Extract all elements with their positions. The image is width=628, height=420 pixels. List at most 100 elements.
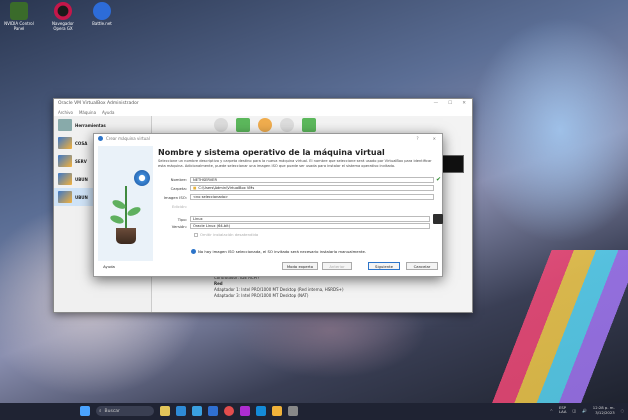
sidebar-item-label: UBUN: [75, 176, 88, 182]
desktop-icon-nvidia[interactable]: NVIDIA Control Panel: [4, 2, 34, 31]
vbox-icon: [98, 136, 103, 141]
file-explorer-icon[interactable]: [160, 406, 170, 416]
help-button[interactable]: Ayuda: [98, 262, 120, 270]
notification-icon[interactable]: ◌: [621, 408, 624, 413]
skip-checkbox[interactable]: [194, 232, 198, 237]
folder-label: Carpeta:: [170, 185, 187, 191]
create-vm-dialog: Crear máquina virtual ? ✕ Nombre y sistem…: [93, 133, 443, 277]
folder-row: Carpeta: ■ C:\Users\Admin\VirtualBox VMs: [158, 185, 434, 191]
settings-gear-icon[interactable]: [214, 118, 228, 132]
main-titlebar: Oracle VM VirtualBox Administrador — ☐ ✕: [54, 99, 472, 108]
iso-label: Imagen ISO:: [163, 194, 187, 200]
sidebar-item-label: UBUN: [75, 194, 88, 200]
next-button[interactable]: Siguiente: [368, 262, 400, 270]
skip-label: Omitir instalación desatendida: [200, 232, 259, 237]
start-windows-icon[interactable]: [80, 406, 90, 416]
volume-icon[interactable]: 🔊: [582, 408, 587, 413]
close-icon[interactable]: ✕: [433, 136, 436, 141]
iso-select[interactable]: <no seleccionado>: [190, 194, 434, 200]
sidebar-item-label: Herramientas: [75, 122, 106, 128]
desktop-icon-battlenet[interactable]: Battle.net: [87, 2, 117, 26]
dialog-description: Seleccione un nombre descriptivo y carpe…: [158, 159, 432, 168]
back-button[interactable]: Anterior: [322, 262, 352, 270]
flower-icon: [134, 170, 150, 186]
name-label: Nombre:: [170, 177, 187, 182]
dialog-heading: Nombre y sistema operativo de la máquina…: [158, 148, 385, 157]
desktop-icon-opera[interactable]: Navegador Opera GX: [48, 2, 78, 31]
edition-row: Edición:: [158, 204, 190, 209]
wallpaper-rainbow: [487, 250, 628, 410]
vm-details: Controlador: IDE ACPI? Red Adaptador 1: …: [214, 275, 344, 299]
steam-icon[interactable]: [256, 406, 266, 416]
skip-unattended-row[interactable]: Omitir instalación desatendida: [194, 232, 258, 237]
type-label: Tipo:: [177, 216, 187, 222]
menu-maquina[interactable]: Máquina: [79, 110, 96, 115]
info-text: No hay imagen ISO seleccionada, el SO in…: [198, 249, 367, 254]
close-icon[interactable]: ✕: [462, 101, 466, 106]
dialog-titlebar: Crear máquina virtual ? ✕: [94, 134, 442, 143]
language-indicator[interactable]: ESP LAA: [559, 405, 567, 415]
menu-archivo[interactable]: Archivo: [58, 110, 73, 115]
version-select[interactable]: Oracle Linux (64-bit): [190, 223, 430, 229]
main-window-title: Oracle VM VirtualBox Administrador: [58, 101, 139, 106]
taskbar-app-icon[interactable]: [288, 406, 298, 416]
taskbar-icons: ⌕ Buscar: [80, 406, 298, 416]
network-icon[interactable]: ◫: [572, 408, 576, 413]
start-icon[interactable]: [302, 118, 316, 132]
tray-chevron-icon[interactable]: ^: [550, 408, 553, 413]
os-logo-icon: [433, 214, 443, 224]
maximize-icon[interactable]: ☐: [448, 101, 452, 106]
settings-icon[interactable]: [258, 118, 272, 132]
valid-check-icon: ✔: [436, 176, 442, 183]
clock-date: 3/12/2023: [595, 410, 615, 415]
opera-gx-icon[interactable]: [224, 406, 234, 416]
folder-icon: ■: [193, 186, 197, 190]
vm-icon: [58, 155, 72, 167]
menu-ayuda[interactable]: Ayuda: [102, 110, 114, 115]
dialog-buttons: Ayuda Modo experto Anterior Siguiente Ca…: [94, 262, 442, 271]
nvidia-icon: [10, 2, 28, 20]
expert-mode-button[interactable]: Modo experto: [282, 262, 318, 270]
desktop-icon-label: NVIDIA Control Panel: [4, 21, 34, 31]
taskbar: ⌕ Buscar ^ ESP LAA ◫ 🔊 12:28 p. m. 3/12/2…: [0, 403, 628, 420]
discard-icon[interactable]: [280, 118, 294, 132]
folder-select[interactable]: ■ C:\Users\Admin\VirtualBox VMs: [190, 185, 434, 191]
edition-label: Edición:: [171, 204, 187, 209]
sidebar-item-label: SERV: [75, 158, 87, 164]
search-label: Buscar: [104, 408, 120, 414]
clock[interactable]: 12:28 p. m. 3/12/2023: [593, 405, 615, 415]
taskbar-search[interactable]: ⌕ Buscar: [96, 406, 154, 416]
minimize-icon[interactable]: —: [434, 101, 439, 106]
dialog-illustration: [98, 146, 153, 261]
desktop-icon-label: Navegador Opera GX: [52, 21, 74, 31]
plant-stem: [125, 186, 127, 230]
sidebar-item-label: COSA: [75, 140, 88, 146]
desktop-icon-label: Battle.net: [92, 21, 112, 26]
name-row: Nombre: NETHSERVER ✔: [158, 176, 441, 183]
taskbar-app-icon[interactable]: [240, 406, 250, 416]
sidebar-item-tools[interactable]: Herramientas: [54, 116, 151, 134]
info-message: No hay imagen ISO seleccionada, el SO in…: [191, 249, 366, 254]
dialog-title: Crear máquina virtual: [106, 136, 150, 141]
store-icon[interactable]: [208, 406, 218, 416]
name-input[interactable]: NETHSERVER: [190, 176, 434, 183]
cancel-button[interactable]: Cancelar: [406, 262, 438, 270]
virtualbox-icon[interactable]: [272, 406, 282, 416]
version-row: Versión: Oracle Linux (64-bit): [158, 223, 430, 229]
tools-icon: [58, 119, 72, 131]
edge-icon[interactable]: [192, 406, 202, 416]
main-toolbar: [214, 118, 316, 132]
system-tray: ^ ESP LAA ◫ 🔊 12:28 p. m. 3/12/2023 ◌: [550, 405, 624, 415]
taskbar-app-icon[interactable]: [176, 406, 186, 416]
new-vm-icon[interactable]: [236, 118, 250, 132]
vm-icon: [58, 173, 72, 185]
plant-leaf: [109, 213, 125, 226]
plant-leaf: [126, 205, 142, 218]
folder-value: C:\Users\Admin\VirtualBox VMs: [198, 186, 255, 190]
version-label: Versión:: [171, 223, 187, 229]
help-icon[interactable]: ?: [417, 136, 419, 141]
type-select[interactable]: Linux: [190, 216, 430, 222]
details-line: Adaptador 3: Intel PRO/1000 MT Desktop (…: [214, 293, 309, 298]
search-icon: ⌕: [99, 409, 102, 414]
vm-icon: [58, 191, 72, 203]
